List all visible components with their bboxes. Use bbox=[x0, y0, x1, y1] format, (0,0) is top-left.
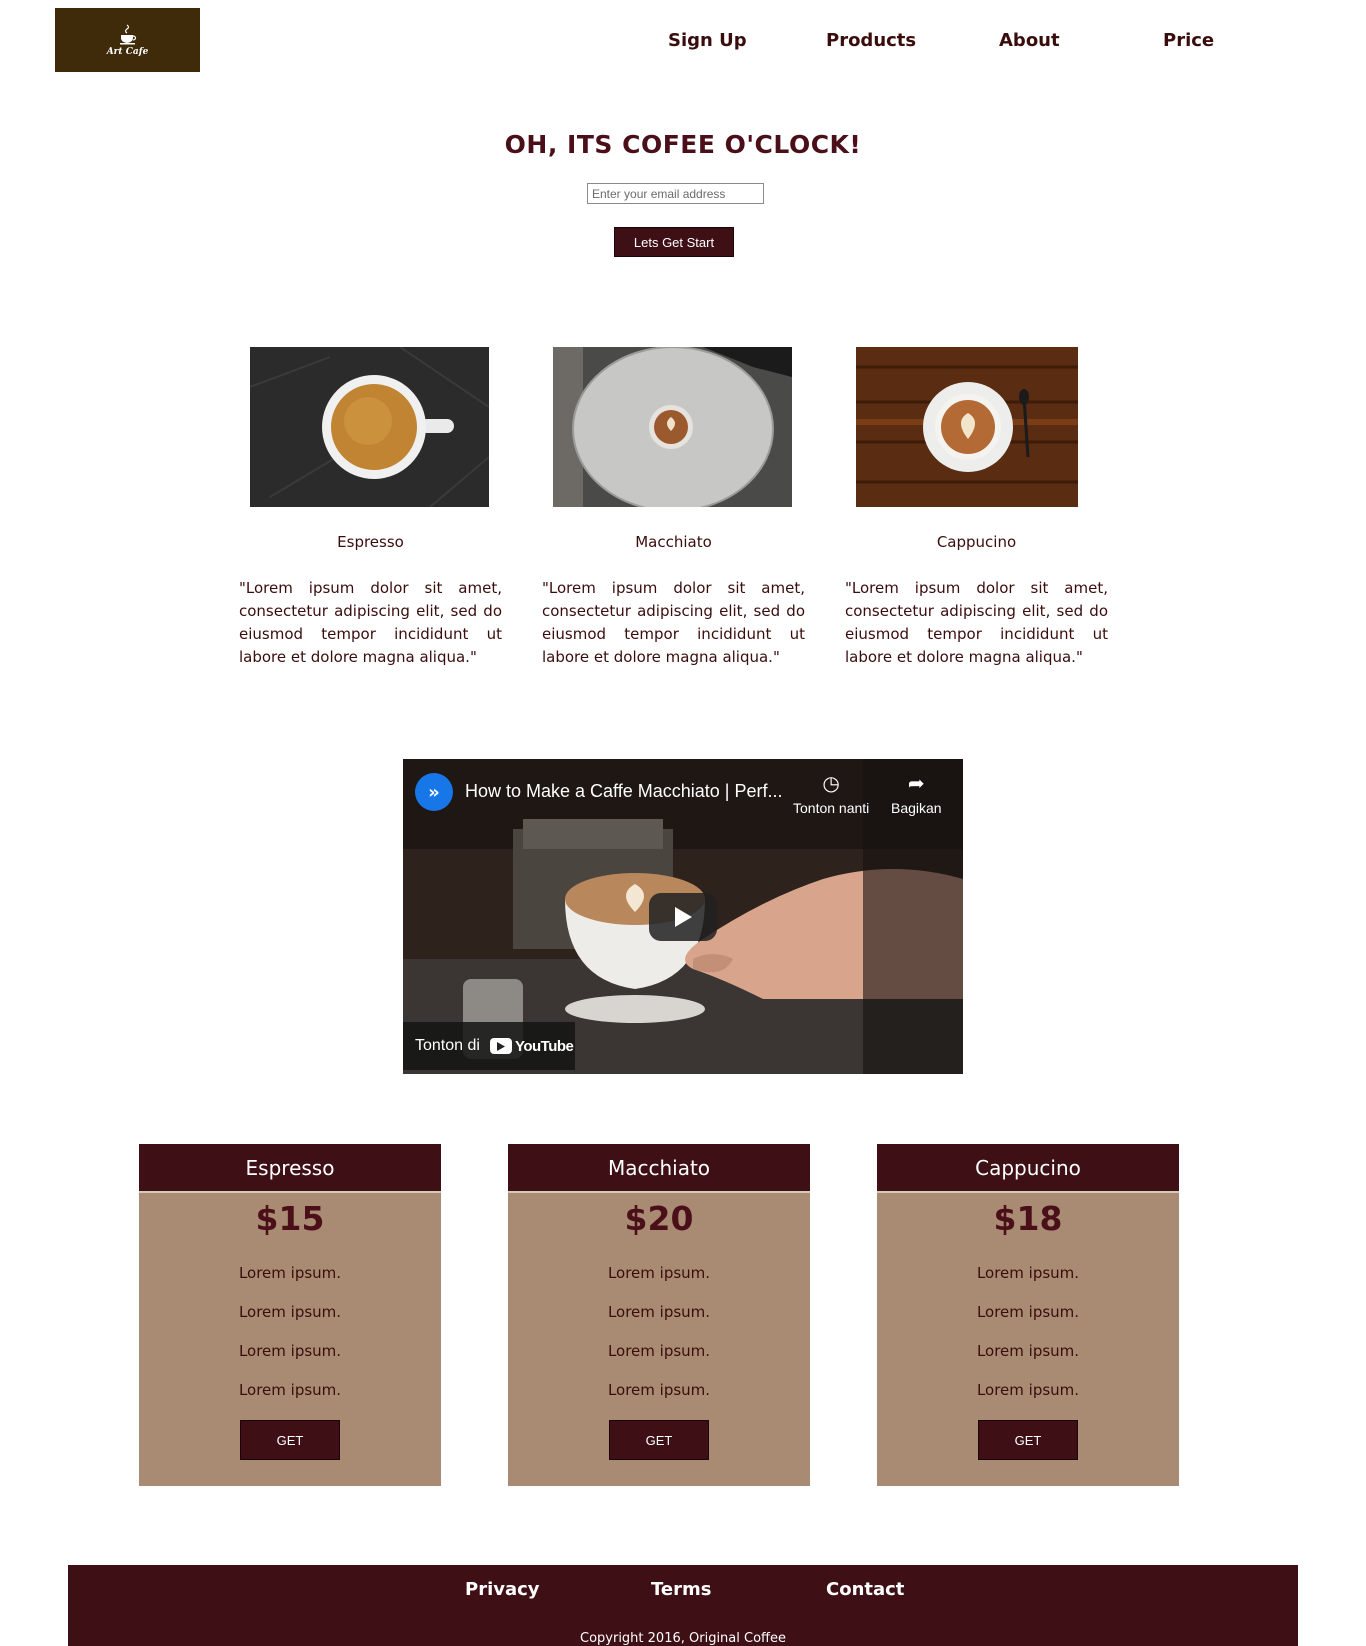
nav-about[interactable]: About bbox=[999, 30, 1060, 51]
pricing-card-cappucino: Cappucino $18 Lorem ipsum. Lorem ipsum. … bbox=[877, 1144, 1179, 1486]
pricing-feature: Lorem ipsum. bbox=[976, 1342, 1080, 1360]
copyright-text: Copyright 2016, Original Coffee bbox=[580, 1631, 786, 1646]
footer-link-contact[interactable]: Contact bbox=[826, 1579, 904, 1600]
pricing-card-title: Macchiato bbox=[508, 1144, 810, 1193]
video-title[interactable]: How to Make a Caffe Macchiato | Perf... bbox=[465, 781, 782, 802]
hero-title: OH, ITS COFEE O'CLOCK! bbox=[504, 130, 862, 159]
product-desc-espresso: "Lorem ipsum dolor sit amet, consectetur… bbox=[239, 579, 502, 666]
nav-products[interactable]: Products bbox=[826, 30, 916, 51]
pricing-feature: Lorem ipsum. bbox=[976, 1381, 1080, 1399]
logo-text: Art Cafe bbox=[106, 46, 149, 57]
share-icon: ➦ bbox=[907, 773, 925, 795]
share-label: Bagikan bbox=[891, 800, 942, 816]
watch-on-youtube-button[interactable]: Tonton di YouTube bbox=[403, 1022, 575, 1070]
nav-sign-up[interactable]: Sign Up bbox=[668, 30, 747, 51]
nav-price[interactable]: Price bbox=[1163, 30, 1214, 51]
pricing-card-title: Espresso bbox=[139, 1144, 441, 1193]
product-name-espresso: Espresso bbox=[337, 533, 404, 551]
footer-link-terms[interactable]: Terms bbox=[651, 1579, 711, 1600]
email-input[interactable] bbox=[587, 183, 764, 204]
pricing-feature: Lorem ipsum. bbox=[238, 1264, 342, 1282]
pricing-card-espresso: Espresso $15 Lorem ipsum. Lorem ipsum. L… bbox=[139, 1144, 441, 1486]
pricing-card-price: $20 bbox=[624, 1199, 694, 1238]
espresso-image bbox=[250, 347, 489, 507]
pricing-card-price: $18 bbox=[993, 1199, 1063, 1238]
youtube-wordmark: YouTube bbox=[514, 1037, 574, 1055]
pricing-card-macchiato: Macchiato $20 Lorem ipsum. Lorem ipsum. … bbox=[508, 1144, 810, 1486]
get-espresso-button[interactable]: GET bbox=[240, 1420, 340, 1460]
footer: Privacy Terms Contact Copyright 2016, Or… bbox=[68, 1565, 1298, 1646]
pricing-feature: Lorem ipsum. bbox=[238, 1381, 342, 1399]
pricing-feature: Lorem ipsum. bbox=[238, 1342, 342, 1360]
cappucino-image bbox=[856, 347, 1078, 507]
play-icon bbox=[675, 907, 692, 927]
channel-avatar-icon[interactable]: » bbox=[415, 773, 453, 811]
pricing-card-price: $15 bbox=[255, 1199, 325, 1238]
get-macchiato-button[interactable]: GET bbox=[609, 1420, 709, 1460]
footer-link-privacy[interactable]: Privacy bbox=[465, 1579, 540, 1600]
logo[interactable]: Art Cafe bbox=[55, 8, 200, 72]
get-started-button[interactable]: Lets Get Start bbox=[614, 227, 734, 257]
pricing-card-title: Cappucino bbox=[877, 1144, 1179, 1193]
watch-later-label: Tonton nanti bbox=[793, 800, 870, 816]
product-desc-macchiato: "Lorem ipsum dolor sit amet, consectetur… bbox=[542, 579, 805, 666]
watch-on-label: Tonton di bbox=[415, 1037, 480, 1054]
watch-later-button[interactable]: ◷ Tonton nanti bbox=[793, 771, 869, 816]
product-name-cappucino: Cappucino bbox=[936, 533, 1017, 551]
macchiato-image bbox=[553, 347, 792, 507]
product-name-macchiato: Macchiato bbox=[635, 533, 712, 551]
pricing-feature: Lorem ipsum. bbox=[607, 1342, 711, 1360]
pricing-feature: Lorem ipsum. bbox=[607, 1303, 711, 1321]
coffee-cup-icon bbox=[119, 24, 136, 44]
pricing-feature: Lorem ipsum. bbox=[238, 1303, 342, 1321]
pricing-feature: Lorem ipsum. bbox=[607, 1381, 711, 1399]
youtube-video-embed[interactable]: » How to Make a Caffe Macchiato | Perf..… bbox=[403, 759, 963, 1074]
get-cappucino-button[interactable]: GET bbox=[978, 1420, 1078, 1460]
pricing-feature: Lorem ipsum. bbox=[976, 1303, 1080, 1321]
youtube-logo: YouTube bbox=[489, 1037, 574, 1055]
product-desc-cappucino: "Lorem ipsum dolor sit amet, consectetur… bbox=[845, 579, 1108, 666]
pricing-feature: Lorem ipsum. bbox=[607, 1264, 711, 1282]
share-button[interactable]: ➦ Bagikan bbox=[891, 771, 942, 816]
clock-icon: ◷ bbox=[822, 773, 840, 795]
play-button[interactable] bbox=[649, 893, 717, 941]
pricing-feature: Lorem ipsum. bbox=[976, 1264, 1080, 1282]
youtube-play-icon bbox=[489, 1038, 512, 1054]
